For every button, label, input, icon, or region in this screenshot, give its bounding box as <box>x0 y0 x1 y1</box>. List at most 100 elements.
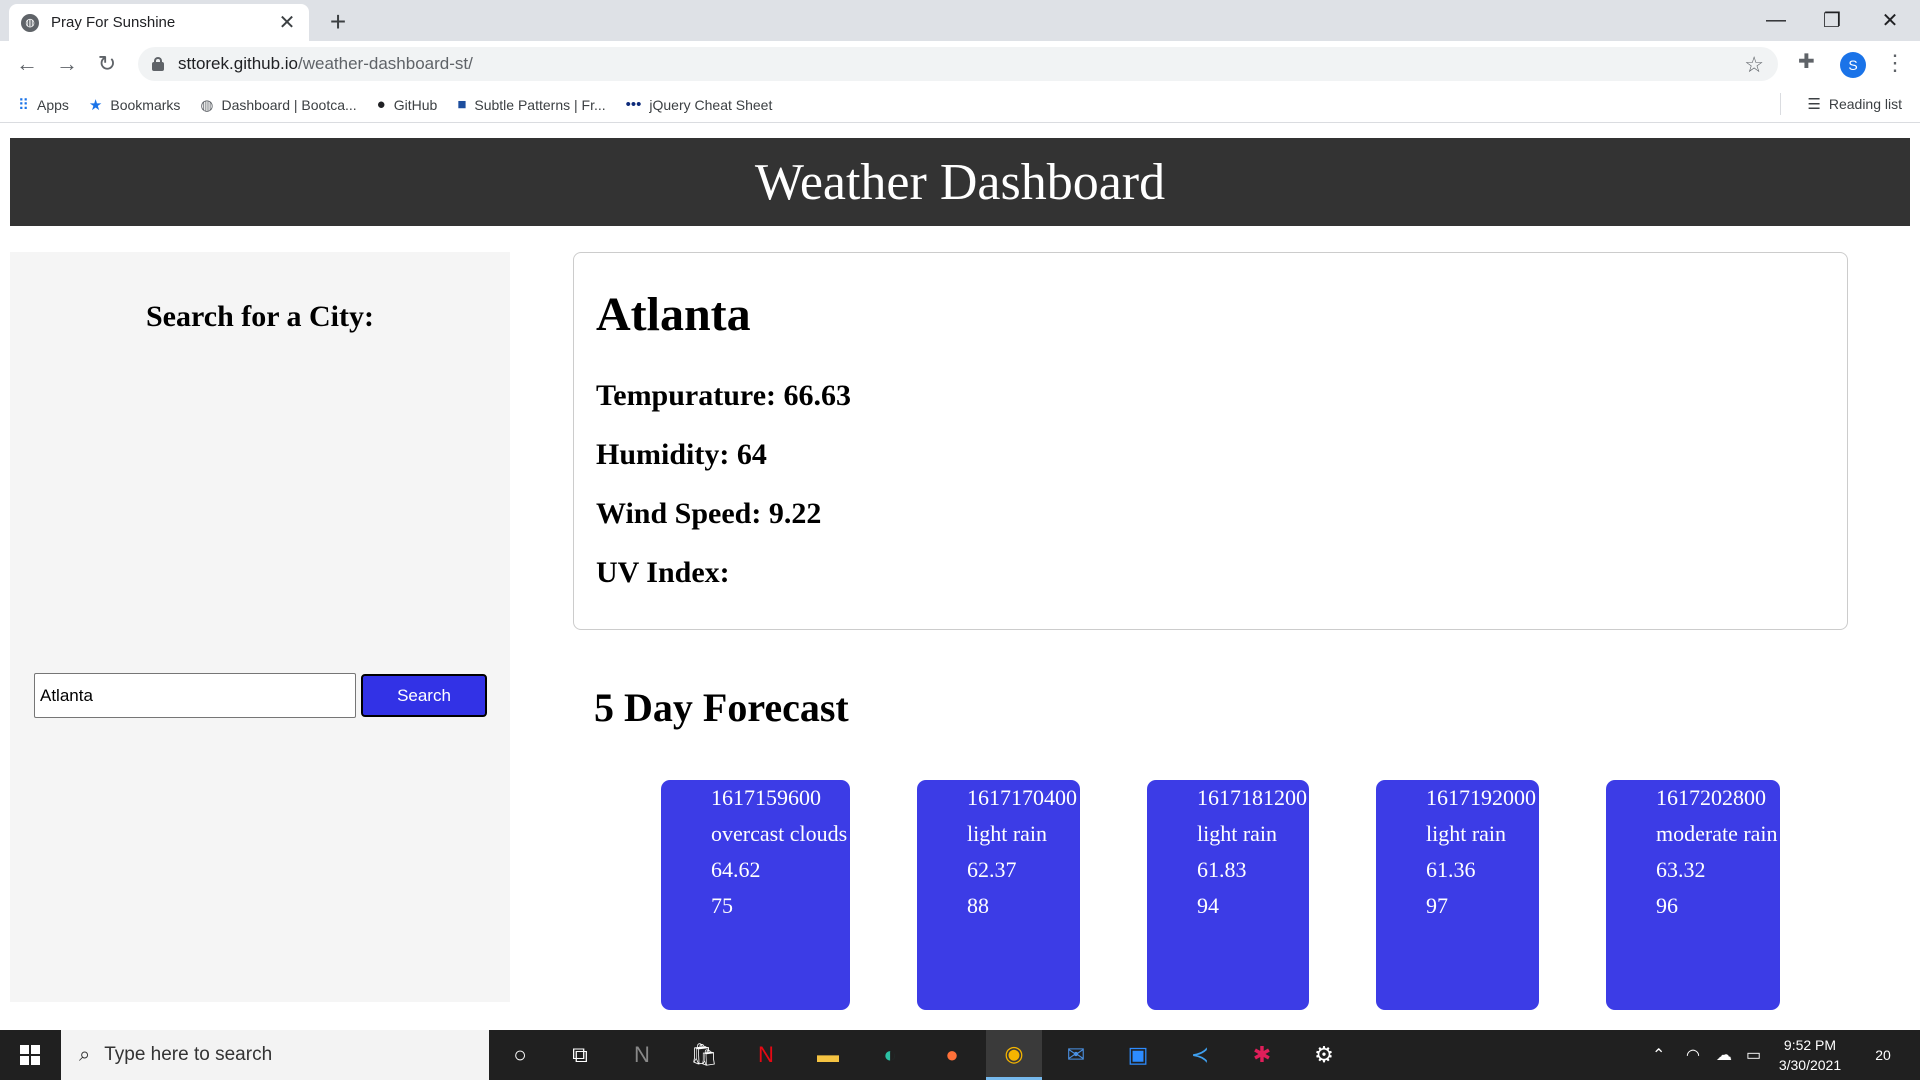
forward-icon[interactable]: → <box>52 49 82 79</box>
forecast-description: overcast clouds <box>711 821 848 846</box>
firefox-icon[interactable]: ● <box>924 1030 980 1080</box>
search-button[interactable]: Search <box>361 674 487 717</box>
taskbar-search-box[interactable]: ⌕ Type here to search <box>61 1030 489 1080</box>
bookmark-label: Subtle Patterns | Fr... <box>474 96 606 113</box>
forecast-card: 1617192000 light rain 61.36 97 <box>1376 780 1539 1010</box>
globe-icon: ◍ <box>200 96 214 114</box>
bookmark-subtle-patterns[interactable]: ■ Subtle Patterns | Fr... <box>457 96 605 113</box>
forecast-heading: 5 Day Forecast <box>594 685 849 730</box>
bookmark-star-icon[interactable]: ☆ <box>1744 52 1764 78</box>
start-button[interactable] <box>0 1030 60 1080</box>
new-tab-icon[interactable]: + <box>323 6 353 38</box>
forecast-description: light rain <box>1426 821 1507 846</box>
search-icon: ⌕ <box>79 1043 91 1066</box>
forecast-humidity: 97 <box>1426 893 1448 918</box>
forecast-time: 1617170400 <box>967 785 1077 810</box>
notification-count: 20 <box>1875 1047 1891 1063</box>
slack-icon[interactable]: ✱ <box>1234 1030 1290 1080</box>
forecast-humidity: 94 <box>1197 893 1219 918</box>
browser-tab-bar: ◍ Pray For Sunshine ✕ + — ❐ ✕ <box>0 0 1920 41</box>
search-heading: Search for a City: <box>145 300 375 333</box>
forecast-time: 1617192000 <box>1426 785 1536 810</box>
bookmark-bookmarks[interactable]: ★ Bookmarks <box>89 96 180 114</box>
reload-icon[interactable]: ↻ <box>92 49 122 79</box>
forecast-time: 1617202800 <box>1656 785 1766 810</box>
current-weather-card: Atlanta Tempurature: 66.63 Humidity: 64 … <box>573 252 1848 630</box>
subtle-patterns-icon: ■ <box>457 96 467 113</box>
bookmark-label: Bookmarks <box>110 96 181 113</box>
url-path: /weather-dashboard-st/ <box>298 54 473 73</box>
star-icon: ★ <box>88 96 103 114</box>
bookmark-label: Dashboard | Bootca... <box>221 96 357 113</box>
tab-title: Pray For Sunshine <box>51 14 176 31</box>
apps-grid-icon: ⠿ <box>18 96 29 114</box>
forecast-card: 1617170400 light rain 62.37 88 <box>917 780 1080 1010</box>
page-title: Weather Dashboard <box>754 153 1166 211</box>
humidity-text: Humidity: 64 <box>596 438 767 471</box>
bookmark-label: jQuery Cheat Sheet <box>649 96 773 113</box>
netflix-icon[interactable]: N <box>738 1030 794 1080</box>
search-sidebar: Search for a City: Search <box>10 252 510 1002</box>
mail-icon[interactable]: ✉ <box>1048 1030 1104 1080</box>
notion-icon[interactable]: N <box>614 1030 670 1080</box>
forecast-humidity: 96 <box>1656 893 1678 918</box>
forecast-description: moderate rain <box>1656 821 1778 846</box>
restore-icon[interactable]: ❐ <box>1804 0 1860 41</box>
extensions-icon[interactable]: ✚ <box>1798 49 1815 74</box>
forecast-temp: 63.32 <box>1656 857 1706 882</box>
bookmarks-bar: ⠿ Apps ★ Bookmarks ◍ Dashboard | Bootca.… <box>0 87 1920 123</box>
forecast-temp: 61.36 <box>1426 857 1476 882</box>
browser-tab[interactable]: ◍ Pray For Sunshine ✕ <box>9 4 309 41</box>
url-text: sttorek.github.io/weather-dashboard-st/ <box>178 54 473 74</box>
chevron-up-icon[interactable]: ⌃ <box>1652 1030 1665 1080</box>
cortana-icon[interactable]: ○ <box>492 1030 548 1080</box>
city-name: Atlanta <box>596 288 751 341</box>
lock-icon <box>152 57 164 71</box>
bookmark-github[interactable]: ● GitHub <box>377 96 438 113</box>
wifi-icon[interactable]: ◠ <box>1686 1030 1700 1080</box>
uv-index-text: UV Index: <box>596 556 730 589</box>
forecast-time: 1617181200 <box>1197 785 1307 810</box>
windows-logo-icon <box>20 1045 40 1065</box>
close-tab-icon[interactable]: ✕ <box>277 10 297 35</box>
taskbar-clock[interactable]: 9:52 PM 3/30/2021 <box>1764 1035 1856 1075</box>
bookmark-apps[interactable]: ⠿ Apps <box>18 96 69 114</box>
clock-time: 9:52 PM <box>1783 1037 1837 1053</box>
reading-list-button[interactable]: ☰ Reading list <box>1807 95 1902 113</box>
city-search-input[interactable] <box>34 673 356 718</box>
forecast-description: light rain <box>967 821 1048 846</box>
windows-taskbar: ⌕ Type here to search ○ ⧉ N 🛍 N ▬ ◐ ● ◉ … <box>0 1030 1920 1080</box>
reading-list-label: Reading list <box>1828 96 1902 112</box>
back-icon[interactable]: ← <box>12 49 42 79</box>
forecast-time: 1617159600 <box>711 785 821 810</box>
page-header: Weather Dashboard <box>10 138 1910 226</box>
store-icon[interactable]: 🛍 <box>676 1030 732 1080</box>
url-host: sttorek.github.io <box>178 54 299 73</box>
address-bar[interactable]: sttorek.github.io/weather-dashboard-st/ … <box>138 47 1778 81</box>
onedrive-icon[interactable]: ☁ <box>1716 1030 1732 1080</box>
notification-center-icon[interactable]: 20 <box>1868 1040 1898 1070</box>
vscode-icon[interactable]: ≺ <box>1172 1030 1228 1080</box>
zoom-icon[interactable]: ▣ <box>1110 1030 1166 1080</box>
minimize-icon[interactable]: — <box>1748 0 1804 41</box>
temperature-text: Tempurature: 66.63 <box>596 379 851 412</box>
settings-gear-icon[interactable]: ⚙ <box>1296 1030 1352 1080</box>
forecast-card: 1617181200 light rain 61.83 94 <box>1147 780 1309 1010</box>
window-close-icon[interactable]: ✕ <box>1862 0 1918 41</box>
forecast-card: 1617202800 moderate rain 63.32 96 <box>1606 780 1780 1010</box>
browser-menu-icon[interactable]: ⋮ <box>1884 50 1906 76</box>
bookmark-jquery[interactable]: ••• jQuery Cheat Sheet <box>626 96 773 113</box>
file-explorer-icon[interactable]: ▬ <box>800 1030 856 1080</box>
battery-icon[interactable]: ▭ <box>1746 1030 1761 1080</box>
browser-toolbar: ← → ↻ sttorek.github.io/weather-dashboar… <box>0 41 1920 87</box>
globe-icon: ◍ <box>21 13 39 32</box>
profile-avatar[interactable]: S <box>1840 52 1866 78</box>
forecast-description: light rain <box>1197 821 1278 846</box>
forecast-humidity: 88 <box>967 893 989 918</box>
edge-icon[interactable]: ◐ <box>862 1030 918 1080</box>
taskbar-search-placeholder: Type here to search <box>104 1044 273 1065</box>
bookmark-dashboard[interactable]: ◍ Dashboard | Bootca... <box>200 96 356 114</box>
chrome-icon[interactable]: ◉ <box>986 1030 1042 1080</box>
divider <box>1780 93 1781 115</box>
task-view-icon[interactable]: ⧉ <box>552 1030 608 1080</box>
